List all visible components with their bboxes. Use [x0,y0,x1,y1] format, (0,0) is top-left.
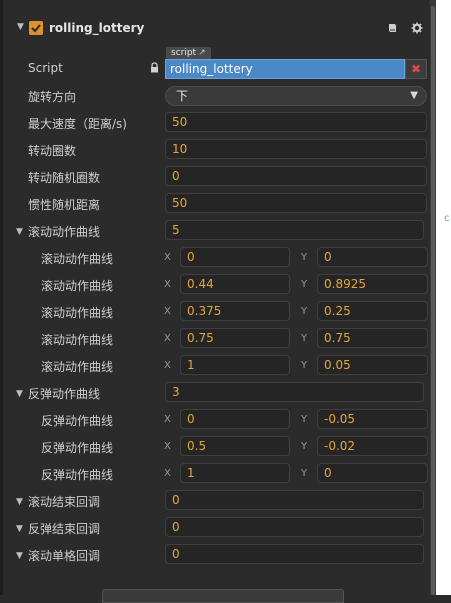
bounce-curve-caret-icon[interactable]: ▼ [16,389,23,399]
bounce-curve-count-input[interactable]: 3 [165,382,424,402]
edge-marker-icon: ⅽ [444,213,450,224]
bounce-curve-y-input[interactable]: -0.05 [317,409,428,429]
scroll-curve-y-input[interactable]: 0.75 [317,328,428,348]
x-axis-label: X [164,279,171,290]
bounce-end-caret-icon[interactable]: ▼ [16,524,23,534]
inertia-distance-input[interactable]: 50 [165,193,427,213]
y-axis-label: Y [301,279,308,290]
scroll-curve-count-input[interactable]: 5 [165,220,424,240]
bounce-curve-item-label: 反弹动作曲线 [41,414,114,428]
x-axis-label: X [164,414,171,425]
add-component-button[interactable] [102,589,344,603]
component-title: rolling_lottery [49,21,145,35]
bounce-curve-x-input[interactable]: 1 [180,463,290,483]
scroll-curve-y-input[interactable]: 0.25 [317,301,428,321]
inertia-distance-label: 惯性随机距离 [28,198,101,212]
turns-input[interactable]: 10 [165,139,427,159]
scroll-curve-caret-icon[interactable]: ▼ [16,227,23,237]
max-speed-input[interactable]: 50 [165,112,427,132]
gear-icon[interactable] [411,22,423,34]
x-axis-label: X [164,441,171,452]
scroll-curve-x-input[interactable]: 0.44 [180,274,290,294]
x-axis-label: X [164,468,171,479]
scroll-end-caret-icon[interactable]: ▼ [16,497,23,507]
y-axis-label: Y [301,252,308,263]
left-panel-border [0,0,3,595]
component-header[interactable]: ▼ rolling_lottery [3,16,430,42]
scroll-curve-item-label: 滚动动作曲线 [41,252,114,266]
random-turns-input[interactable]: 0 [165,166,427,186]
bounce-curve-item-label: 反弹动作曲线 [41,441,114,455]
enabled-checkbox[interactable] [29,21,43,35]
scroll-curve-y-input[interactable]: 0 [317,247,428,267]
script-label: Script [28,61,63,75]
lock-icon [151,62,158,73]
scroll-curve-y-input[interactable]: 0.05 [317,355,428,375]
y-axis-label: Y [301,468,308,479]
x-axis-label: X [164,306,171,317]
rotate-direction-label: 旋转方向 [28,90,77,104]
bounce-curve-item-label: 反弹动作曲线 [41,468,114,482]
bounce-curve-y-input[interactable]: -0.02 [317,436,428,456]
clear-script-button[interactable]: ✖ [405,59,427,79]
scroll-curve-x-input[interactable]: 1 [180,355,290,375]
bounce-end-callback-input[interactable]: 0 [165,517,424,537]
x-axis-label: X [164,333,171,344]
x-axis-label: X [164,252,171,263]
scroll-curve-y-input[interactable]: 0.8925 [317,274,428,294]
random-turns-label: 转动随机圈数 [28,171,101,185]
scroll-end-callback-label: 滚动结束回调 [28,495,101,509]
scroll-curve-x-input[interactable]: 0.375 [180,301,290,321]
max-speed-label: 最大速度（距离/s) [28,117,127,131]
scroll-step-callback-input[interactable]: 0 [165,544,424,564]
right-gutter [436,0,451,595]
script-field[interactable]: rolling_lottery [165,59,405,79]
y-axis-label: Y [301,306,308,317]
y-axis-label: Y [301,360,308,371]
checkmark-icon [31,24,41,33]
scroll-step-caret-icon[interactable]: ▼ [16,551,23,561]
scroll-curve-label: 滚动动作曲线 [28,225,101,239]
bounce-curve-x-input[interactable]: 0.5 [180,436,290,456]
scroll-curve-item-label: 滚动动作曲线 [41,333,114,347]
dropdown-arrow-icon: ▼ [410,90,418,101]
scroll-step-callback-label: 滚动单格回调 [28,549,101,563]
scroll-curve-x-input[interactable]: 0 [180,247,290,267]
external-link-icon: ↗ [198,48,206,58]
scroll-curve-x-input[interactable]: 0.75 [180,328,290,348]
y-axis-label: Y [301,414,308,425]
bounce-curve-x-input[interactable]: 0 [180,409,290,429]
scroll-end-callback-input[interactable]: 0 [165,490,424,510]
scroll-curve-item-label: 滚动动作曲线 [41,279,114,293]
y-axis-label: Y [301,441,308,452]
scroll-curve-item-label: 滚动动作曲线 [41,360,114,374]
x-axis-label: X [164,360,171,371]
rotate-direction-select[interactable]: 下 ▼ [165,86,427,106]
bounce-curve-label: 反弹动作曲线 [28,387,101,401]
bounce-end-callback-label: 反弹结束回调 [28,522,101,536]
book-icon[interactable] [387,22,399,34]
scrollbar-thumb[interactable] [431,6,435,595]
rotate-direction-value: 下 [176,89,189,103]
turns-label: 转动圈数 [28,144,77,158]
collapse-caret-icon[interactable]: ▼ [17,22,24,32]
y-axis-label: Y [301,333,308,344]
scroll-curve-item-label: 滚动动作曲线 [41,306,114,320]
script-tag-label: script [171,48,197,58]
bounce-curve-y-input[interactable]: 0 [317,463,428,483]
script-tag[interactable]: script ↗ [166,47,211,59]
